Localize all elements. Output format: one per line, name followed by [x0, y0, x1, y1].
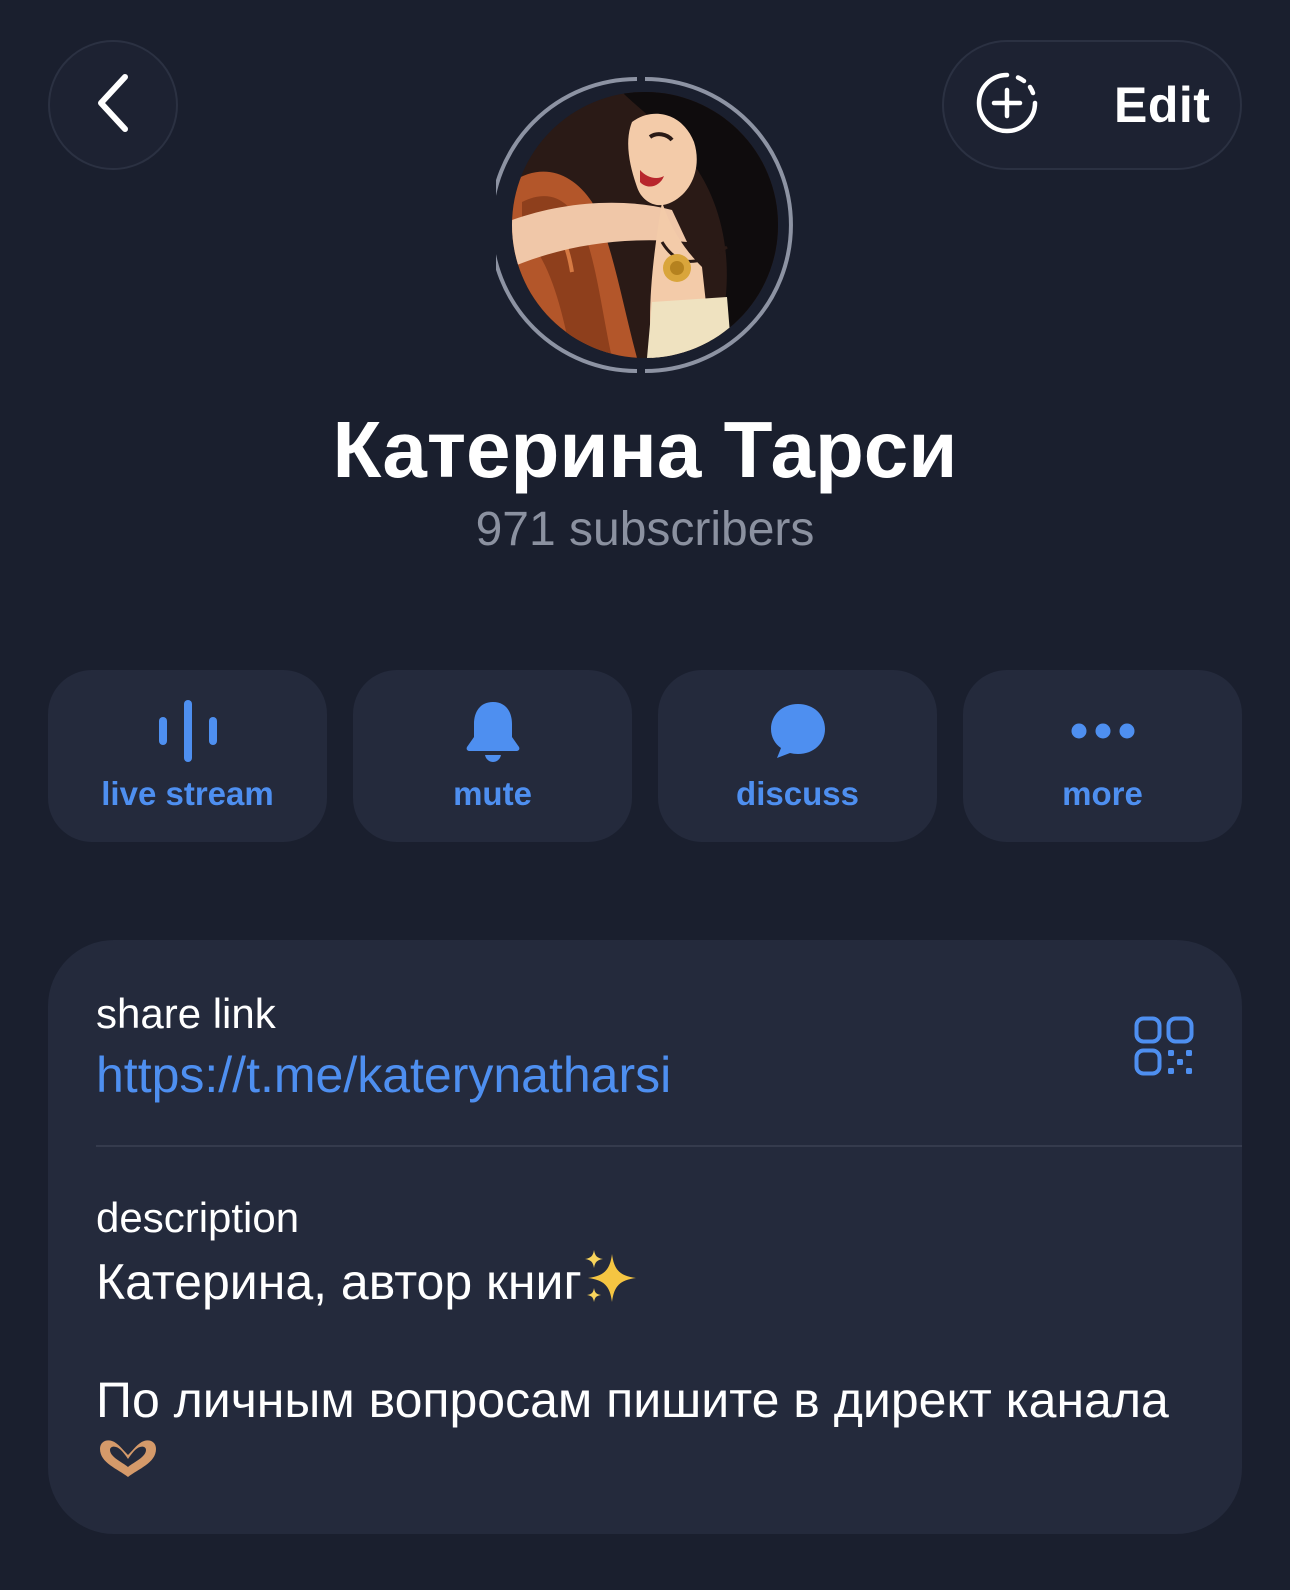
live-stream-button[interactable]: live stream — [48, 670, 327, 842]
voice-wave-icon — [157, 699, 219, 767]
chevron-left-icon — [93, 71, 133, 140]
description-text-2: По личным вопросам пишите в директ канал… — [96, 1372, 1169, 1428]
share-link-url[interactable]: https://t.me/katerynatharsi — [96, 1042, 671, 1108]
add-story-button[interactable] — [974, 72, 1040, 138]
live-stream-label: live stream — [101, 775, 274, 812]
more-label: more — [1062, 775, 1143, 812]
edit-button[interactable]: Edit — [1114, 42, 1210, 168]
avatar-story-ring[interactable] — [496, 76, 794, 374]
edit-pill: Edit — [942, 40, 1242, 170]
qr-code-icon — [1134, 1016, 1194, 1080]
info-card: share link https://t.me/katerynatharsi d… — [48, 940, 1242, 1534]
avatar — [512, 92, 778, 358]
sparkles-emoji — [582, 1248, 642, 1324]
description-title: description — [96, 1194, 300, 1241]
description-line-2: По личным вопросам пишите в директ канал… — [96, 1370, 1176, 1494]
heart-hands-emoji — [96, 1434, 160, 1494]
add-story-icon — [974, 70, 1040, 141]
channel-profile-page: Edit Катерина Тарси 971 subscribers live… — [0, 0, 1290, 1590]
profile-name: Катерина Тарси — [332, 405, 958, 494]
ellipsis-icon — [1071, 722, 1135, 745]
bell-icon — [464, 699, 522, 768]
mute-label: mute — [453, 775, 532, 812]
share-link-title: share link — [96, 990, 276, 1037]
description-line-1: Катерина, автор книг — [96, 1248, 642, 1324]
more-button[interactable]: more — [963, 670, 1242, 842]
action-buttons: live stream mute discuss more — [48, 670, 1242, 842]
description-text-1: Катерина, автор книг — [96, 1254, 582, 1311]
subscriber-count: 971 subscribers — [475, 503, 815, 556]
mute-button[interactable]: mute — [353, 670, 632, 842]
back-button[interactable] — [48, 40, 178, 170]
discuss-label: discuss — [736, 775, 859, 812]
qr-code-button[interactable] — [1134, 1016, 1198, 1080]
discuss-button[interactable]: discuss — [658, 670, 937, 842]
chat-bubble-icon — [768, 701, 828, 766]
divider — [96, 1145, 1242, 1147]
